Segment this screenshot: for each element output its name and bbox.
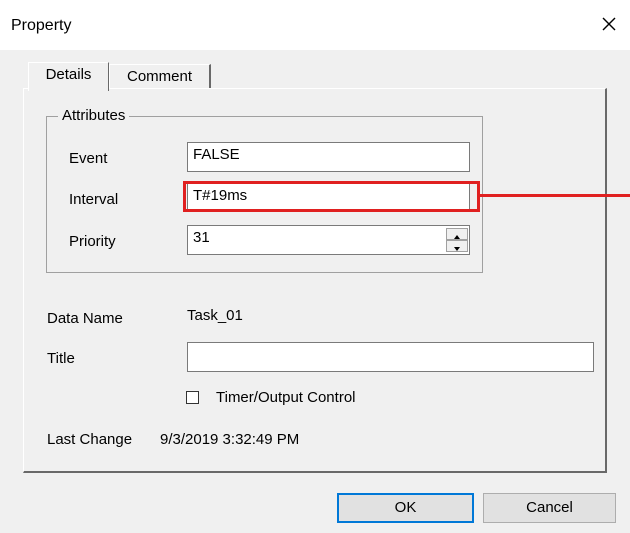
cancel-button[interactable]: Cancel bbox=[483, 493, 616, 523]
title-label: Title bbox=[47, 350, 75, 367]
tab-comment[interactable]: Comment bbox=[109, 64, 211, 89]
interval-highlight-box bbox=[183, 181, 480, 212]
interval-label: Interval bbox=[69, 191, 119, 208]
data-name-value: Task_01 bbox=[187, 307, 243, 324]
data-name-label: Data Name bbox=[47, 310, 123, 327]
priority-spin-down[interactable] bbox=[446, 240, 468, 252]
title-bar: Property bbox=[0, 0, 630, 50]
last-change-value: 9/3/2019 3:32:49 PM bbox=[160, 431, 300, 448]
timer-output-checkbox[interactable] bbox=[186, 391, 199, 404]
event-label: Event bbox=[69, 150, 108, 167]
window-title: Property bbox=[11, 17, 72, 34]
spin-down-icon bbox=[454, 247, 460, 251]
ok-button[interactable]: OK bbox=[337, 493, 474, 523]
last-change-label: Last Change bbox=[47, 431, 133, 448]
close-icon[interactable] bbox=[594, 9, 624, 39]
priority-label: Priority bbox=[69, 233, 116, 250]
attributes-group-label: Attributes bbox=[58, 107, 130, 124]
event-field[interactable]: FALSE bbox=[187, 142, 470, 172]
tab-details[interactable]: Details bbox=[28, 62, 109, 91]
annotation-arrow-line bbox=[480, 194, 630, 197]
title-field[interactable] bbox=[187, 342, 594, 372]
priority-spin-up[interactable] bbox=[446, 228, 468, 240]
priority-field[interactable]: 31 bbox=[187, 225, 470, 255]
timer-output-label[interactable]: Timer/Output Control bbox=[216, 389, 356, 406]
